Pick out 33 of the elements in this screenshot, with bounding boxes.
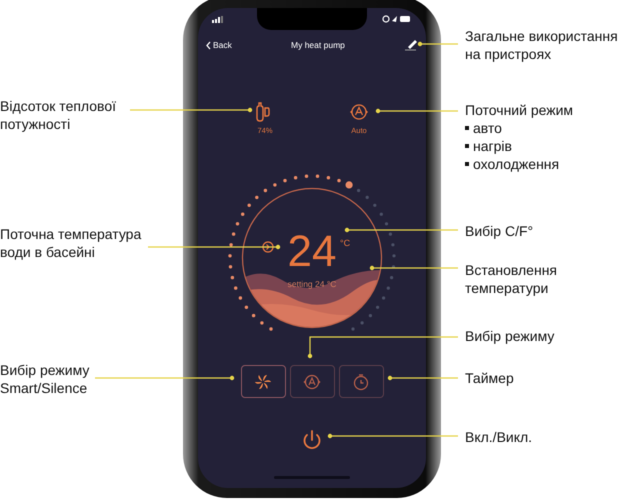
timer-icon <box>351 372 371 392</box>
setting-temperature[interactable]: setting 24 °C <box>288 279 336 290</box>
callout-label: Вибір C/F° <box>465 222 534 240</box>
mode-button[interactable] <box>240 365 286 398</box>
callout-label: Вкл./Викл. <box>465 428 534 446</box>
callout-label: Встановлення температури <box>465 261 558 297</box>
inlet-icon <box>261 242 274 253</box>
edit-icon[interactable] <box>404 39 418 51</box>
unit-toggle[interactable]: °C <box>340 238 350 248</box>
current-temperature: 24 <box>288 227 336 276</box>
status-icons <box>382 15 412 23</box>
dial-track[interactable] <box>228 174 396 331</box>
mode-button[interactable] <box>338 365 384 398</box>
callout-label: Поточна температура води в басейні <box>0 225 142 261</box>
callout-list-item: охолодження <box>473 155 560 173</box>
signal-icon <box>212 16 224 22</box>
callout-list-item: нагрів <box>473 137 512 155</box>
callout-label: Поточний режим <box>465 101 574 119</box>
callout-list-item: авто <box>473 119 502 137</box>
leader-line <box>418 42 458 46</box>
callout-label: Вибір режиму Smart/Silence <box>0 361 90 397</box>
bullet-icon <box>465 126 469 130</box>
back-link[interactable]: Back <box>206 38 232 52</box>
callout-label: Загальне використання на пристроях <box>465 27 619 63</box>
mode-button[interactable] <box>290 365 334 398</box>
bullet-icon <box>465 162 469 166</box>
callout-label: Відсоток теплової потужності <box>0 97 117 133</box>
leader-line <box>388 376 458 380</box>
screen-title: My heat pump <box>291 38 345 52</box>
chevron-left-icon <box>206 40 211 50</box>
bullet-icon <box>465 144 469 148</box>
callout-label: Вибір режиму <box>465 327 556 345</box>
callout-label: Таймер <box>465 369 515 387</box>
